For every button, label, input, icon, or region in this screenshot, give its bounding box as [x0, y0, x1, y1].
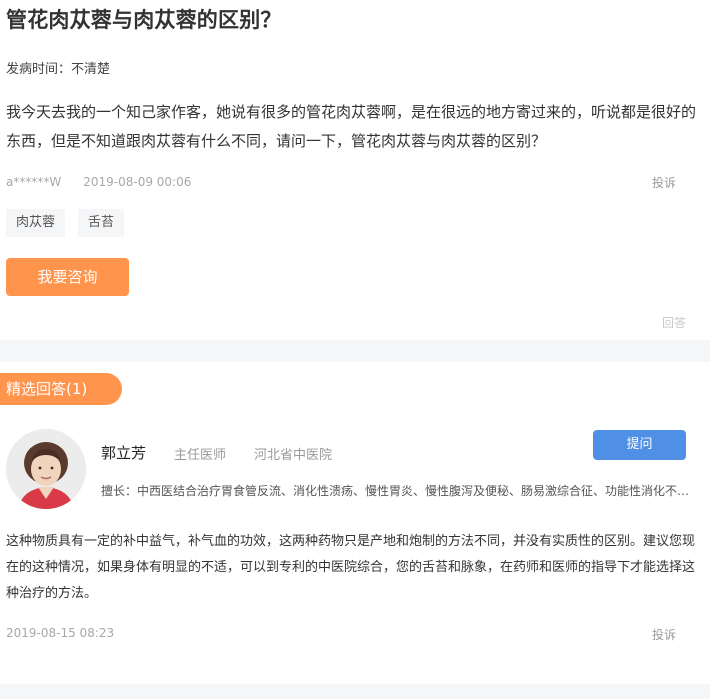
answer-date: 2019-08-15 08:23: [6, 626, 115, 640]
reply-link[interactable]: 回答: [662, 314, 686, 331]
answer-body: 这种物质具有一定的补中益气，补气血的功效，这两种药物只是产地和炮制的方法不同，并…: [6, 534, 696, 601]
ask-button[interactable]: 提问: [593, 430, 686, 460]
question-title: 管花肉苁蓉与肉苁蓉的区别？: [6, 8, 282, 32]
doctor-avatar[interactable]: [6, 429, 86, 509]
section-divider: [0, 340, 710, 362]
question-body: 我今天去我的一个知己家作客，她说有很多的管花肉苁蓉啊，是在很远的地方寄过来的，听…: [6, 103, 697, 150]
question-report-link[interactable]: 投诉: [652, 174, 676, 191]
tag-list: 肉苁蓉 舌苔: [6, 209, 125, 237]
tag-item[interactable]: 肉苁蓉: [6, 209, 66, 237]
question-card: 管花肉苁蓉与肉苁蓉的区别？ 发病时间：不清楚 我今天去我的一个知己家作客，她说有…: [0, 0, 710, 340]
onset-time: 发病时间：不清楚: [6, 62, 111, 77]
doctor-hospital: 河北省中医院: [254, 448, 333, 463]
answers-card: 精选回答(1) 郭立芳 主任医师 河北省中医院 提问 擅长：中西医结合治疗胃食管…: [0, 362, 710, 684]
answer-report-link[interactable]: 投诉: [652, 626, 676, 643]
question-meta: a******W 2019-08-09 00:06: [6, 175, 191, 189]
doctor-name[interactable]: 郭立芳: [101, 442, 146, 463]
doctor-portrait-icon: [6, 429, 86, 509]
question-user: a******W: [6, 175, 62, 189]
consult-button[interactable]: 我要咨询: [6, 258, 129, 296]
doctor-specialty: 擅长：中西医结合治疗胃食管反流、消化性溃疡、慢性胃炎、慢性腹泻及便秘、肠易激综合…: [101, 484, 693, 498]
doctor-title: 主任医师: [174, 448, 227, 463]
featured-answers-badge: 精选回答(1): [0, 373, 122, 405]
tag-item[interactable]: 舌苔: [78, 209, 125, 237]
bottom-divider: [0, 684, 710, 699]
question-date: 2019-08-09 00:06: [83, 175, 192, 189]
